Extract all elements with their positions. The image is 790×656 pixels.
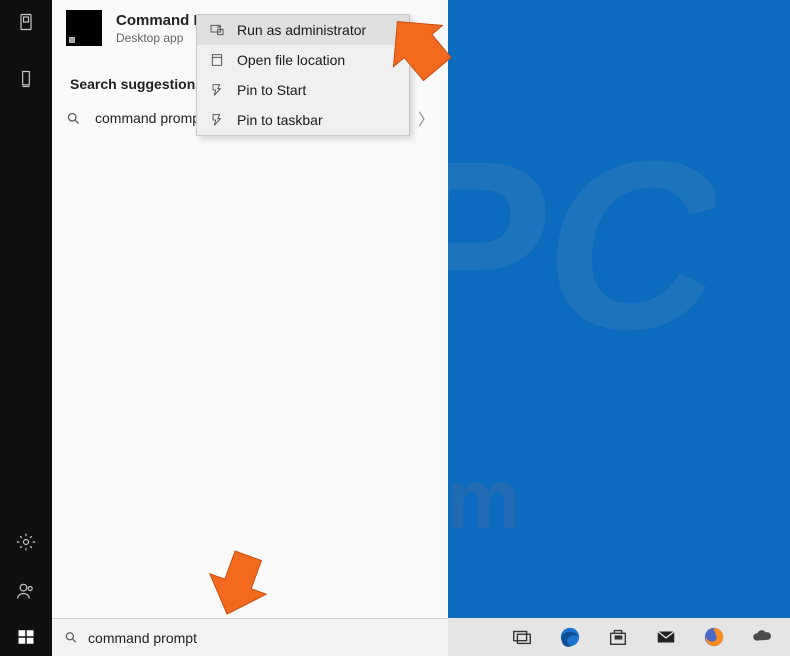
chevron-right-icon: 〉 [418,106,434,130]
onedrive-icon[interactable] [742,618,782,656]
store-icon[interactable] [598,618,638,656]
start-sidebar [0,0,52,618]
search-icon [66,111,81,126]
ctx-pin-to-taskbar[interactable]: Pin to taskbar [197,105,409,135]
context-menu: Run as administrator Open file location … [196,14,410,136]
ctx-run-as-admin-label: Run as administrator [237,22,366,38]
taskbar-searchbox[interactable] [52,618,448,656]
start-button[interactable] [0,618,52,656]
edge-icon[interactable] [550,618,590,656]
sidebar-settings-icon[interactable] [16,532,36,557]
mail-icon[interactable] [646,618,686,656]
sidebar-tablet-icon[interactable] [16,12,36,37]
cmd-icon [66,10,102,46]
taskbar [0,618,790,656]
task-view-icon[interactable] [502,618,542,656]
sidebar-server-icon[interactable] [16,69,36,94]
ctx-pin-to-start[interactable]: Pin to Start [197,75,409,105]
ctx-run-as-admin[interactable]: Run as administrator [197,15,409,45]
search-icon [64,630,78,645]
suggestion-text: command prompt [95,110,204,126]
taskbar-tray [502,618,790,656]
ctx-open-loc-label: Open file location [237,52,345,68]
firefox-icon[interactable] [694,618,734,656]
search-input[interactable] [88,630,436,646]
ctx-pin-taskbar-label: Pin to taskbar [237,112,323,128]
ctx-pin-start-label: Pin to Start [237,82,306,98]
ctx-open-file-location[interactable]: Open file location [197,45,409,75]
sidebar-people-icon[interactable] [16,581,36,606]
